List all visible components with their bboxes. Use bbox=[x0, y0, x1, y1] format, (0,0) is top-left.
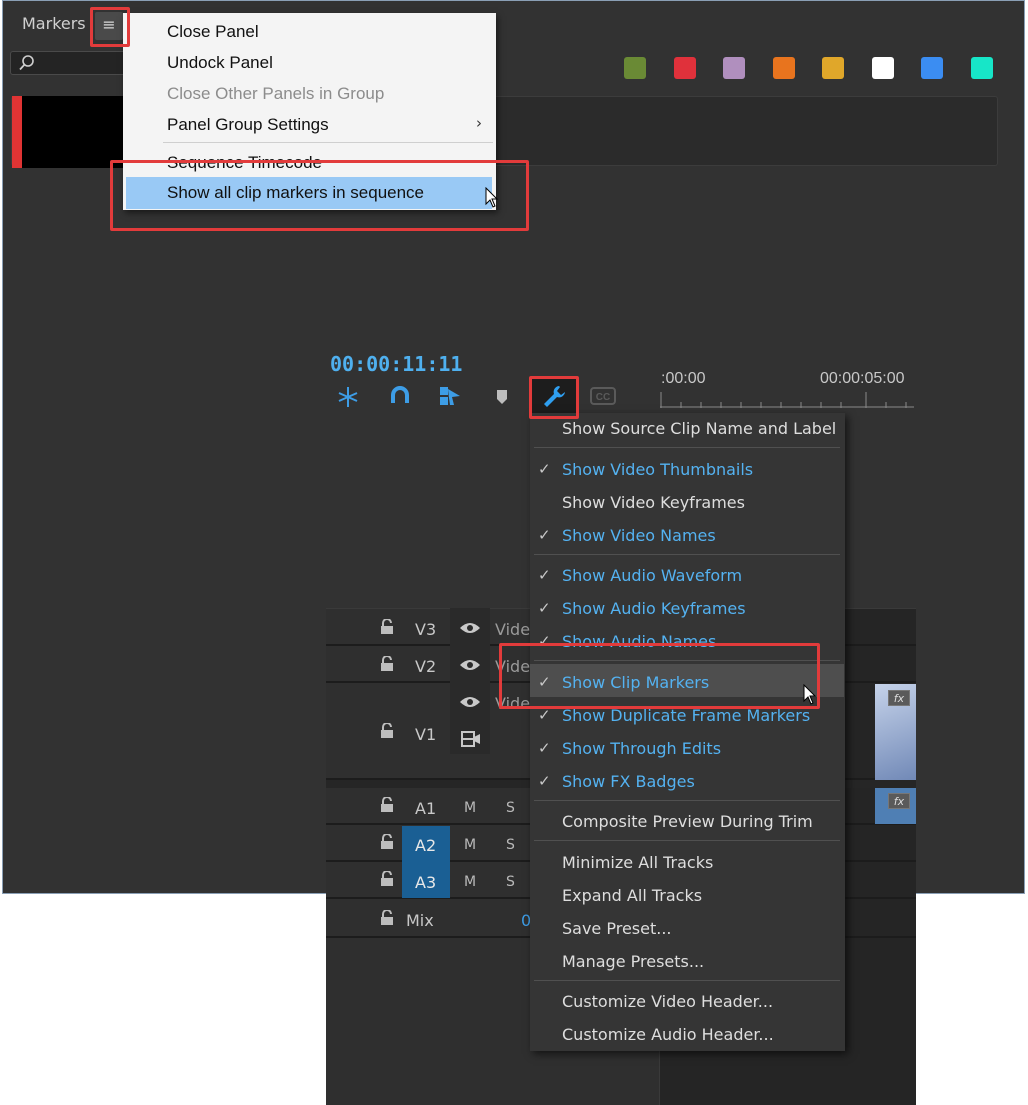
menu-separator bbox=[534, 980, 840, 981]
marker-item-thumbnail[interactable] bbox=[22, 96, 130, 168]
mute-button-a1[interactable]: M bbox=[464, 800, 476, 816]
menu-item-undock-panel[interactable]: Undock Panel bbox=[123, 48, 496, 78]
eye-icon[interactable] bbox=[459, 621, 481, 635]
menu-item-customize-audio-header[interactable]: Customize Audio Header... bbox=[562, 1025, 774, 1044]
checkmark-icon: ✓ bbox=[538, 566, 551, 584]
menu-item-show-audio-waveform[interactable]: Show Audio Waveform bbox=[562, 566, 742, 585]
solo-button-a1[interactable]: S bbox=[506, 800, 515, 816]
callout-panel-menu-button bbox=[90, 7, 130, 47]
closed-captions-icon[interactable]: CC bbox=[590, 387, 616, 405]
time-ruler[interactable] bbox=[660, 392, 914, 408]
wrench-menu-items: Show Source Clip Name and Label ✓ Show V… bbox=[530, 413, 845, 1051]
marker-color-filter-red[interactable] bbox=[674, 57, 696, 79]
multicam-icon[interactable] bbox=[460, 730, 482, 748]
solo-button-a2[interactable]: S bbox=[506, 837, 515, 853]
lock-icon[interactable] bbox=[380, 656, 394, 672]
fx-badge[interactable]: fx bbox=[888, 690, 910, 706]
track-label-a2[interactable]: A2 bbox=[415, 836, 436, 855]
checkmark-icon: ✓ bbox=[538, 739, 551, 757]
checkmark-icon: ✓ bbox=[538, 460, 551, 478]
svg-text:CC: CC bbox=[596, 392, 610, 403]
checkmark-icon: ✓ bbox=[538, 772, 551, 790]
marker-color-filter-purple[interactable] bbox=[723, 57, 745, 79]
lock-icon[interactable] bbox=[380, 834, 394, 850]
checkmark-icon: ✓ bbox=[538, 526, 551, 544]
checkmark-icon: ✓ bbox=[538, 599, 551, 617]
menu-item-expand-all-tracks[interactable]: Expand All Tracks bbox=[562, 886, 702, 905]
playhead-timecode[interactable]: 00:00:11:11 bbox=[330, 352, 462, 376]
menu-separator bbox=[163, 142, 493, 143]
marker-color-filter-blue[interactable] bbox=[921, 57, 943, 79]
menu-item-panel-group-settings[interactable]: Panel Group Settings bbox=[123, 110, 496, 140]
track-name-v3: Vide bbox=[495, 620, 531, 639]
lock-icon[interactable] bbox=[380, 871, 394, 887]
menu-item-show-video-keyframes[interactable]: Show Video Keyframes bbox=[562, 493, 745, 512]
eye-icon[interactable] bbox=[459, 658, 481, 672]
track-label-a1[interactable]: A1 bbox=[415, 799, 436, 818]
lock-icon[interactable] bbox=[380, 797, 394, 813]
menu-item-show-audio-keyframes[interactable]: Show Audio Keyframes bbox=[562, 599, 746, 618]
marker-color-filter-yellow[interactable] bbox=[822, 57, 844, 79]
mute-button-a2[interactable]: M bbox=[464, 837, 476, 853]
menu-item-close-panel[interactable]: Close Panel bbox=[123, 17, 496, 47]
callout-show-clip-markers bbox=[499, 643, 820, 709]
lock-icon[interactable] bbox=[380, 723, 394, 739]
menu-item-manage-presets[interactable]: Manage Presets... bbox=[562, 952, 704, 971]
menu-item-close-other-panels: Close Other Panels in Group bbox=[167, 84, 385, 103]
lock-icon[interactable] bbox=[380, 619, 394, 635]
track-label-v3[interactable]: V3 bbox=[415, 620, 436, 639]
chevron-right-icon: › bbox=[476, 114, 482, 132]
mute-button-a3[interactable]: M bbox=[464, 874, 476, 890]
search-icon bbox=[19, 55, 34, 71]
menu-item-show-video-thumbnails[interactable]: Show Video Thumbnails bbox=[562, 460, 753, 479]
eye-icon[interactable] bbox=[459, 695, 481, 709]
track-label-mix[interactable]: Mix bbox=[406, 911, 434, 930]
callout-wrench-button bbox=[529, 376, 579, 419]
ruler-end-time: 00:00:05:00 bbox=[820, 370, 905, 387]
add-marker-icon[interactable] bbox=[495, 389, 509, 405]
linked-selection-icon[interactable] bbox=[438, 384, 462, 408]
callout-show-all-clip-markers bbox=[110, 160, 529, 231]
marker-color-filter-cyan[interactable] bbox=[971, 57, 993, 79]
ruler-start-time: :00:00 bbox=[661, 370, 706, 387]
marker-color-filter-green[interactable] bbox=[624, 57, 646, 79]
menu-separator bbox=[534, 447, 840, 448]
marker-item-color-stripe bbox=[12, 96, 22, 168]
track-label-v1[interactable]: V1 bbox=[415, 725, 436, 744]
menu-item-show-source-clip-name[interactable]: Show Source Clip Name and Label bbox=[562, 419, 836, 438]
track-label-a3[interactable]: A3 bbox=[415, 873, 436, 892]
marker-color-filter-white[interactable] bbox=[872, 57, 894, 79]
menu-separator bbox=[534, 554, 840, 555]
menu-separator bbox=[534, 800, 840, 801]
snap-ripple-icon[interactable] bbox=[336, 385, 360, 409]
track-label-v2[interactable]: V2 bbox=[415, 657, 436, 676]
lock-icon[interactable] bbox=[380, 910, 394, 926]
menu-item-show-through-edits[interactable]: Show Through Edits bbox=[562, 739, 721, 758]
markers-panel-tab[interactable]: Markers bbox=[22, 14, 86, 33]
menu-separator bbox=[534, 840, 840, 841]
fx-badge[interactable]: fx bbox=[888, 793, 910, 809]
solo-button-a3[interactable]: S bbox=[506, 874, 515, 890]
menu-item-show-video-names[interactable]: Show Video Names bbox=[562, 526, 716, 545]
menu-item-show-fx-badges[interactable]: Show FX Badges bbox=[562, 772, 695, 791]
menu-item-customize-video-header[interactable]: Customize Video Header... bbox=[562, 992, 773, 1011]
menu-item-save-preset[interactable]: Save Preset... bbox=[562, 919, 672, 938]
marker-color-filter-orange[interactable] bbox=[773, 57, 795, 79]
menu-item-composite-preview-during-trim[interactable]: Composite Preview During Trim bbox=[562, 812, 813, 831]
menu-item-minimize-all-tracks[interactable]: Minimize All Tracks bbox=[562, 853, 713, 872]
magnet-snap-icon[interactable] bbox=[389, 385, 411, 407]
